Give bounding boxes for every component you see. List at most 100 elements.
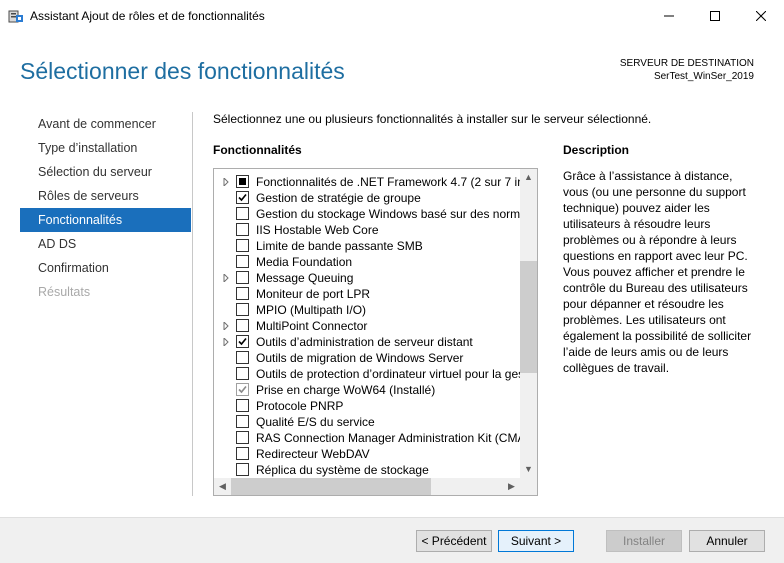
scrollbar-corner bbox=[520, 478, 537, 495]
minimize-icon bbox=[664, 15, 674, 17]
feature-row[interactable]: Gestion de stratégie de groupe bbox=[214, 190, 522, 206]
feature-row[interactable]: Limite de bande passante SMB bbox=[214, 238, 522, 254]
horizontal-scroll-thumb[interactable] bbox=[231, 478, 431, 495]
feature-checkbox[interactable] bbox=[236, 223, 249, 236]
feature-row[interactable]: RAS Connection Manager Administration Ki… bbox=[214, 430, 537, 446]
feature-label: Moniteur de port LPR bbox=[256, 287, 371, 301]
instructions-text: Sélectionnez une ou plusieurs fonctionna… bbox=[213, 112, 652, 126]
feature-checkbox[interactable] bbox=[236, 431, 249, 444]
checkmark-icon bbox=[238, 385, 247, 394]
expand-arrow-icon[interactable] bbox=[222, 178, 230, 186]
feature-checkbox[interactable] bbox=[236, 463, 249, 476]
nav-step-features[interactable]: Fonctionnalités bbox=[20, 208, 191, 232]
page-title: Sélectionner des fonctionnalités bbox=[20, 58, 345, 84]
feature-row[interactable]: Gestion du stockage Windows basé sur des… bbox=[214, 206, 533, 222]
feature-row[interactable]: Réplica du système de stockage bbox=[214, 462, 522, 478]
maximize-button[interactable] bbox=[692, 0, 738, 32]
features-heading: Fonctionnalités bbox=[213, 143, 302, 157]
features-tree[interactable]: Fonctionnalités de .NET Framework 4.7 (2… bbox=[213, 168, 538, 496]
vertical-scroll-thumb[interactable] bbox=[520, 261, 537, 373]
feature-row[interactable]: Protocole PNRP bbox=[214, 398, 522, 414]
feature-row[interactable]: Outils d’administration de serveur dista… bbox=[214, 334, 522, 350]
checkmark-icon bbox=[238, 337, 247, 346]
horizontal-scrollbar[interactable]: ◀ ▶ bbox=[214, 478, 537, 495]
minimize-button[interactable] bbox=[646, 0, 692, 32]
scroll-left-icon[interactable]: ◀ bbox=[214, 478, 231, 495]
feature-checkbox[interactable] bbox=[236, 239, 249, 252]
previous-button[interactable]: < Précédent bbox=[416, 530, 492, 552]
feature-checkbox[interactable] bbox=[236, 191, 249, 204]
feature-checkbox[interactable] bbox=[236, 335, 249, 348]
destination-server-name: SerTest_WinSer_2019 bbox=[653, 71, 754, 82]
feature-label: Qualité E/S du service bbox=[256, 415, 375, 429]
feature-checkbox bbox=[236, 383, 249, 396]
feature-row[interactable]: Outils de migration de Windows Server bbox=[214, 350, 522, 366]
feature-checkbox[interactable] bbox=[236, 319, 249, 332]
feature-label: Réplica du système de stockage bbox=[256, 463, 429, 477]
close-button[interactable] bbox=[738, 0, 784, 32]
feature-row[interactable]: Redirecteur WebDAV bbox=[214, 446, 522, 462]
nav-step-before-you-begin[interactable]: Avant de commencer bbox=[20, 112, 191, 136]
feature-row[interactable]: Media Foundation bbox=[214, 254, 522, 270]
indeterminate-icon bbox=[239, 178, 246, 185]
vertical-scrollbar[interactable]: ▲ ▼ bbox=[520, 169, 537, 478]
scroll-up-icon[interactable]: ▲ bbox=[520, 169, 537, 186]
feature-checkbox[interactable] bbox=[236, 447, 249, 460]
maximize-icon bbox=[710, 11, 720, 21]
feature-label: Limite de bande passante SMB bbox=[256, 239, 423, 253]
feature-row[interactable]: Prise en charge WoW64 (Installé) bbox=[214, 382, 522, 398]
nav-step-server-roles[interactable]: Rôles de serveurs bbox=[20, 184, 191, 208]
feature-label: Fonctionnalités de .NET Framework 4.7 (2… bbox=[256, 175, 538, 189]
expand-arrow-icon[interactable] bbox=[222, 338, 230, 346]
feature-row[interactable]: Qualité E/S du service bbox=[214, 414, 522, 430]
next-button[interactable]: Suivant > bbox=[498, 530, 574, 552]
feature-label: IIS Hostable Web Core bbox=[256, 223, 379, 237]
feature-checkbox[interactable] bbox=[236, 415, 249, 428]
feature-row[interactable]: Message Queuing bbox=[214, 270, 522, 286]
feature-label: Prise en charge WoW64 (Installé) bbox=[256, 383, 436, 397]
scroll-down-icon[interactable]: ▼ bbox=[520, 461, 537, 478]
feature-label: MPIO (Multipath I/O) bbox=[256, 303, 367, 317]
feature-checkbox[interactable] bbox=[236, 207, 249, 220]
feature-label: Redirecteur WebDAV bbox=[256, 447, 370, 461]
feature-label: Outils de protection d’ordinateur virtue… bbox=[256, 367, 538, 381]
cancel-button[interactable]: Annuler bbox=[689, 530, 765, 552]
title-bar: Assistant Ajout de rôles et de fonctionn… bbox=[0, 0, 784, 32]
nav-divider bbox=[192, 112, 193, 496]
checkmark-icon bbox=[238, 193, 247, 202]
feature-row[interactable]: MultiPoint Connector bbox=[214, 318, 522, 334]
feature-row[interactable]: IIS Hostable Web Core bbox=[214, 222, 522, 238]
feature-label: Media Foundation bbox=[256, 255, 353, 269]
feature-row[interactable]: MPIO (Multipath I/O) bbox=[214, 302, 522, 318]
feature-label: MultiPoint Connector bbox=[256, 319, 368, 333]
window-title: Assistant Ajout de rôles et de fonctionn… bbox=[30, 9, 265, 23]
feature-checkbox[interactable] bbox=[236, 399, 249, 412]
feature-checkbox[interactable] bbox=[236, 303, 249, 316]
feature-row[interactable]: Outils de protection d’ordinateur virtue… bbox=[214, 366, 537, 382]
feature-row[interactable]: Fonctionnalités de .NET Framework 4.7 (2… bbox=[214, 174, 537, 190]
nav-step-server-selection[interactable]: Sélection du serveur bbox=[20, 160, 191, 184]
install-button: Installer bbox=[606, 530, 682, 552]
scroll-right-icon[interactable]: ▶ bbox=[503, 478, 520, 495]
nav-step-confirmation[interactable]: Confirmation bbox=[20, 256, 191, 280]
feature-checkbox[interactable] bbox=[236, 175, 249, 188]
feature-label: Gestion du stockage Windows basé sur des… bbox=[256, 207, 533, 221]
feature-row[interactable]: Moniteur de port LPR bbox=[214, 286, 522, 302]
feature-checkbox[interactable] bbox=[236, 367, 249, 380]
feature-label: Protocole PNRP bbox=[256, 399, 344, 413]
nav-step-installation-type[interactable]: Type d’installation bbox=[20, 136, 191, 160]
expand-arrow-icon[interactable] bbox=[222, 322, 230, 330]
server-manager-icon bbox=[8, 10, 23, 23]
feature-label: Gestion de stratégie de groupe bbox=[256, 191, 421, 205]
wizard-steps-nav: Avant de commencer Type d’installation S… bbox=[20, 112, 191, 304]
feature-label: RAS Connection Manager Administration Ki… bbox=[256, 431, 538, 445]
feature-checkbox[interactable] bbox=[236, 255, 249, 268]
feature-checkbox[interactable] bbox=[236, 351, 249, 364]
feature-checkbox[interactable] bbox=[236, 271, 249, 284]
nav-step-results: Résultats bbox=[38, 285, 91, 299]
feature-label: Outils d’administration de serveur dista… bbox=[256, 335, 473, 349]
description-heading: Description bbox=[563, 143, 630, 157]
nav-step-ad-ds[interactable]: AD DS bbox=[20, 232, 191, 256]
feature-checkbox[interactable] bbox=[236, 287, 249, 300]
expand-arrow-icon[interactable] bbox=[222, 274, 230, 282]
